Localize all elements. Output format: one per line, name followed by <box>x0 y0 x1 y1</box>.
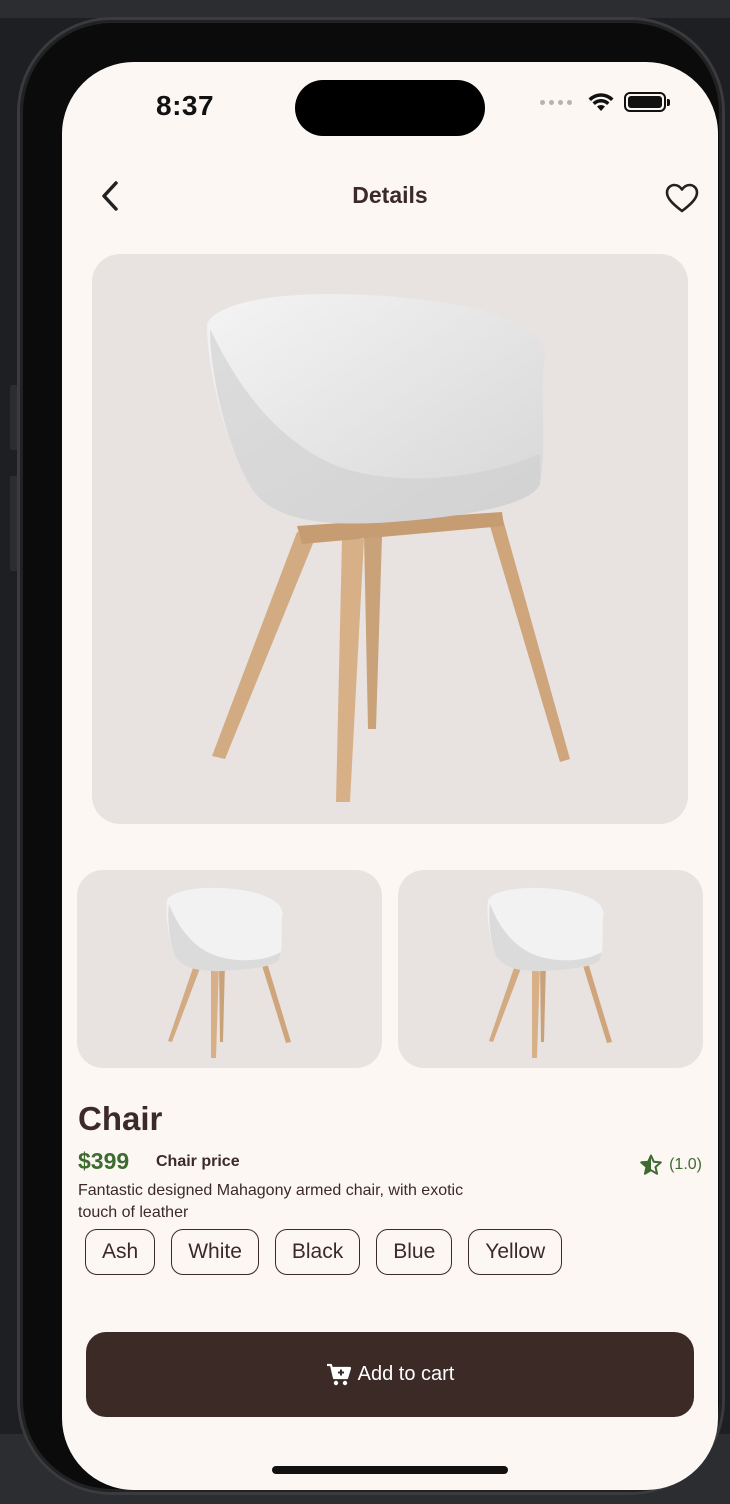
color-chip-ash[interactable]: Ash <box>85 1229 156 1275</box>
cart-plus-icon <box>326 1363 351 1385</box>
product-price: $399 <box>78 1148 130 1174</box>
color-chip-white[interactable]: White <box>171 1229 259 1275</box>
chair-thumbnail-image <box>487 887 612 1058</box>
app-bar: Details <box>62 162 718 232</box>
dynamic-island <box>295 80 485 136</box>
product-name: Chair <box>78 1100 163 1137</box>
rating-value: (1.0) <box>669 1156 702 1173</box>
app-screen: 8:37 Details Chair $399 Chair price (1.0… <box>62 62 718 1490</box>
product-thumbnail[interactable] <box>77 870 382 1068</box>
chair-image <box>207 293 570 802</box>
cellular-signal-icon <box>540 99 572 105</box>
color-chip-yellow[interactable]: Yellow <box>468 1229 563 1275</box>
product-rating: (1.0) <box>639 1154 702 1176</box>
wifi-icon <box>588 93 614 111</box>
color-chip-black[interactable]: Black <box>274 1229 361 1275</box>
price-label: Chair price <box>156 1153 240 1170</box>
favorite-button[interactable] <box>660 176 704 220</box>
add-to-cart-button[interactable]: Add to cart <box>86 1332 694 1417</box>
star-half-icon <box>640 1154 662 1175</box>
add-to-cart-label: Add to cart <box>357 1363 455 1385</box>
product-thumbnail[interactable] <box>398 870 703 1068</box>
product-main-image <box>92 254 688 824</box>
product-description: Fantastic designed Mahagony armed chair,… <box>78 1182 464 1221</box>
ide-gutter-block <box>10 476 18 571</box>
page-title: Details <box>352 182 428 208</box>
color-options: Ash White Black Blue Yellow <box>85 1229 563 1275</box>
chair-thumbnail-image <box>166 887 291 1058</box>
ide-top-bar <box>0 0 730 18</box>
status-time: 8:37 <box>156 90 215 121</box>
status-icons <box>540 92 670 112</box>
color-chip-blue[interactable]: Blue <box>376 1229 453 1275</box>
heart-outline-icon <box>665 183 699 213</box>
ide-gutter-block <box>10 385 18 450</box>
phone-frame: 8:37 Details Chair $399 Chair price (1.0… <box>20 20 722 1492</box>
battery-icon <box>624 92 670 112</box>
home-indicator[interactable] <box>272 1466 508 1474</box>
